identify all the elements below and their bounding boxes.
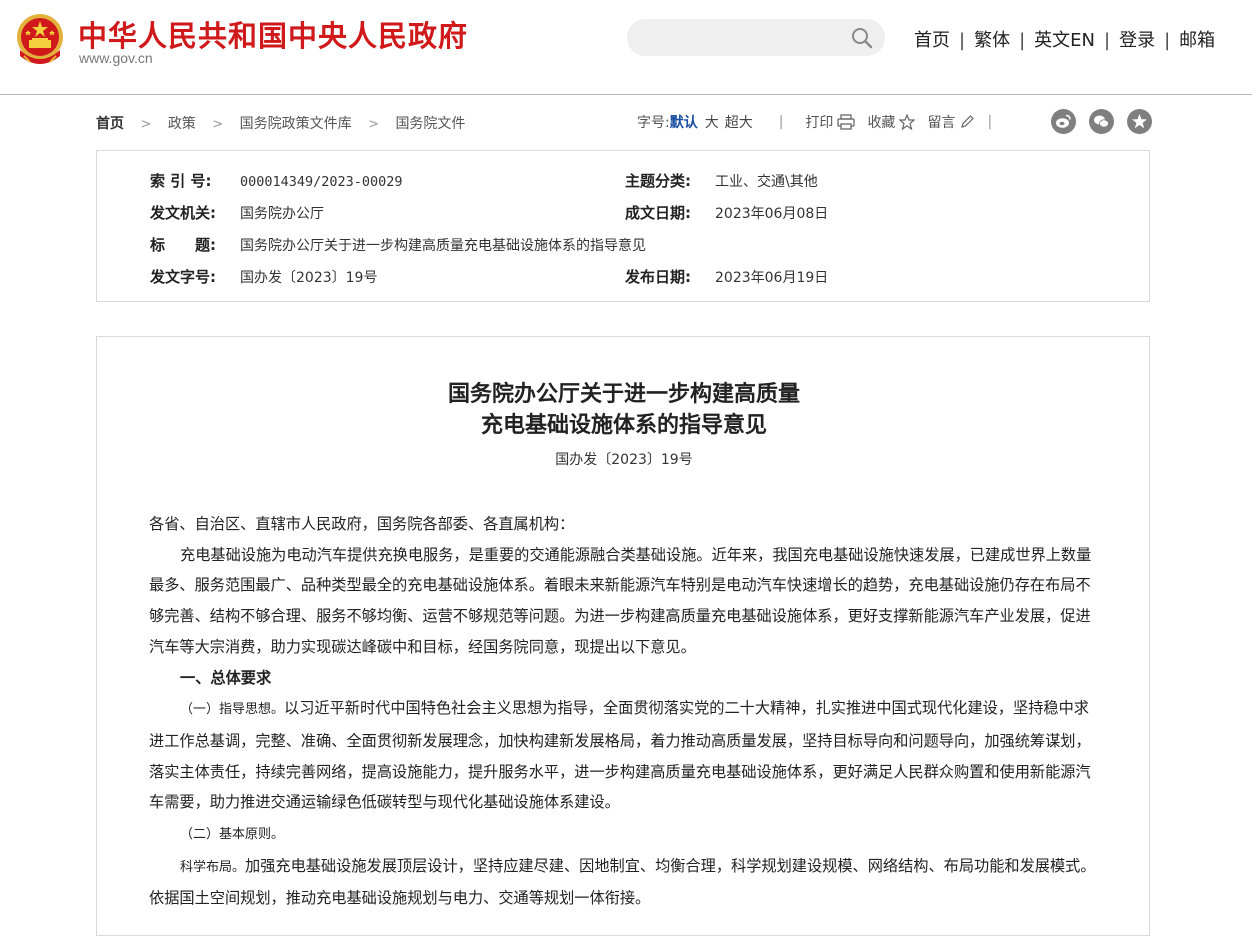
meta-category-value: 工业、交通\其他 bbox=[715, 174, 818, 190]
chevron-right-icon: > bbox=[212, 117, 224, 132]
favorite-label: 收藏 bbox=[867, 115, 896, 131]
paragraph: 充电基础设施为电动汽车提供充换电服务，是重要的交通能源融合类基础设施。近年来，我… bbox=[149, 545, 1092, 656]
subsection-lead: （一）指导思想。 bbox=[180, 702, 285, 718]
font-size-large-button[interactable]: 大 bbox=[705, 112, 719, 132]
article-title: 国务院办公厅关于进一步构建高质量 充电基础设施体系的指导意见 bbox=[97, 379, 1151, 441]
nav-english-link[interactable]: 英文EN bbox=[1034, 30, 1095, 51]
comment-button[interactable]: 留言 bbox=[927, 112, 975, 132]
meta-index-label: 索 引 号: bbox=[150, 172, 212, 190]
pencil-icon bbox=[961, 115, 975, 128]
subsection-lead: （二）基本原则。 bbox=[180, 827, 285, 843]
meta-docno-value: 国办发〔2023〕19号 bbox=[240, 270, 378, 286]
paragraph: （二）基本原则。 bbox=[149, 818, 1099, 851]
meta-published-label: 发布日期: bbox=[625, 268, 691, 286]
meta-title-value: 国务院办公厅关于进一步构建高质量充电基础设施体系的指导意见 bbox=[240, 238, 646, 254]
meta-written-row: 成文日期: 2023年06月08日 bbox=[625, 202, 828, 223]
principle-lead: 科学布局。 bbox=[180, 859, 246, 875]
breadcrumb-policy-library[interactable]: 国务院政策文件库 bbox=[240, 116, 352, 132]
toolbar-divider: | bbox=[987, 114, 993, 130]
chevron-right-icon: > bbox=[140, 117, 152, 132]
wechat-icon bbox=[1094, 115, 1109, 128]
meta-category-row: 主题分类: 工业、交通\其他 bbox=[625, 170, 818, 191]
paragraph: （一）指导思想。以习近平新时代中国特色社会主义思想为指导，全面贯彻落实党的二十大… bbox=[149, 693, 1099, 818]
document-metadata: 索 引 号: 000014349/2023-00029 主题分类: 工业、交通\其他… bbox=[96, 150, 1150, 302]
breadcrumb: 首页 > 政策 > 国务院政策文件库 > 国务院文件 bbox=[96, 113, 465, 133]
font-size-xlarge-button[interactable]: 超大 bbox=[725, 112, 753, 132]
weibo-icon bbox=[1056, 114, 1071, 128]
star-icon bbox=[1132, 114, 1147, 129]
meta-index-value: 000014349/2023-00029 bbox=[240, 174, 403, 190]
article-text: 各省、自治区、直辖市人民政府，国务院各部委、各直属机构： 充电基础设施为电动汽车… bbox=[149, 509, 1099, 914]
star-outline-icon bbox=[899, 114, 916, 130]
article-title-line2: 充电基础设施体系的指导意见 bbox=[480, 412, 767, 438]
meta-issuer-value: 国务院办公厅 bbox=[240, 206, 324, 222]
meta-published-value: 2023年06月19日 bbox=[715, 270, 829, 286]
paragraph: 科学布局。加强充电基础设施发展顶层设计，坚持应建尽建、因地制宜、均衡合理，科学规… bbox=[149, 851, 1099, 914]
share-favorite-button[interactable] bbox=[1127, 109, 1152, 134]
meta-published-row: 发布日期: 2023年06月19日 bbox=[625, 266, 828, 287]
article-body: 国务院办公厅关于进一步构建高质量 充电基础设施体系的指导意见 国办发〔2023〕… bbox=[96, 336, 1150, 936]
nav-home-link[interactable]: 首页 bbox=[914, 30, 950, 51]
meta-title-row: 标 题: 国务院办公厅关于进一步构建高质量充电基础设施体系的指导意见 bbox=[150, 234, 646, 255]
meta-written-label: 成文日期: bbox=[625, 204, 691, 222]
favorite-button[interactable]: 收藏 bbox=[867, 112, 916, 132]
meta-docno-row: 发文字号: 国办发〔2023〕19号 bbox=[150, 266, 377, 287]
meta-written-value: 2023年06月08日 bbox=[715, 206, 829, 222]
nav-traditional-link[interactable]: 繁体 bbox=[974, 30, 1010, 51]
meta-title-label: 标 题: bbox=[150, 236, 216, 254]
nav-login-link[interactable]: 登录 bbox=[1119, 30, 1155, 51]
salutation: 各省、自治区、直辖市人民政府，国务院各部委、各直属机构： bbox=[149, 515, 575, 533]
site-title[interactable]: 中华人民共和国中央人民政府 bbox=[78, 13, 468, 55]
paragraph-text: 加强充电基础设施发展顶层设计，坚持应建尽建、因地制宜、均衡合理，科学规划建设规模… bbox=[149, 856, 1096, 908]
meta-issuer-row: 发文机关: 国务院办公厅 bbox=[150, 202, 324, 223]
national-emblem-icon[interactable] bbox=[14, 12, 66, 66]
article-toolbar: 字号: 默认 大 超大 | 打印 收藏 留言 | bbox=[637, 112, 1014, 132]
top-nav: 首页 | 繁体 | 英文EN | 登录 | 邮箱 bbox=[914, 30, 1216, 51]
meta-category-label: 主题分类: bbox=[625, 172, 691, 190]
site-url[interactable]: www.gov.cn bbox=[79, 50, 153, 66]
print-label: 打印 bbox=[805, 115, 834, 131]
section-heading: 一、总体要求 bbox=[180, 668, 272, 687]
breadcrumb-state-council-docs[interactable]: 国务院文件 bbox=[395, 116, 465, 132]
comment-label: 留言 bbox=[927, 115, 956, 131]
site-header: 中华人民共和国中央人民政府 www.gov.cn 首页 | 繁体 | 英文EN | 登录 | 邮… bbox=[0, 0, 1252, 95]
breadcrumb-home[interactable]: 首页 bbox=[96, 116, 124, 132]
print-button[interactable]: 打印 bbox=[805, 112, 856, 132]
breadcrumb-policy[interactable]: 政策 bbox=[168, 116, 196, 132]
font-size-default-button[interactable]: 默认 bbox=[670, 112, 698, 132]
search-input[interactable] bbox=[627, 19, 885, 56]
meta-docno-label: 发文字号: bbox=[150, 268, 216, 286]
share-weibo-button[interactable] bbox=[1051, 109, 1076, 134]
chevron-right-icon: > bbox=[368, 117, 379, 132]
paragraph-text: 以习近平新时代中国特色社会主义思想为指导，全面贯彻落实党的二十大精神，扎实推进中… bbox=[149, 699, 1091, 812]
nav-mail-link[interactable]: 邮箱 bbox=[1179, 30, 1215, 51]
toolbar-divider: | bbox=[778, 114, 784, 130]
meta-index-row: 索 引 号: 000014349/2023-00029 bbox=[150, 170, 403, 191]
printer-icon bbox=[837, 114, 856, 130]
font-size-label: 字号: bbox=[637, 115, 670, 131]
article-title-line1: 国务院办公厅关于进一步构建高质量 bbox=[447, 381, 800, 407]
article-doc-number: 国办发〔2023〕19号 bbox=[555, 452, 693, 468]
meta-issuer-label: 发文机关: bbox=[150, 204, 216, 222]
search-icon[interactable] bbox=[851, 27, 873, 49]
share-wechat-button[interactable] bbox=[1089, 109, 1114, 134]
